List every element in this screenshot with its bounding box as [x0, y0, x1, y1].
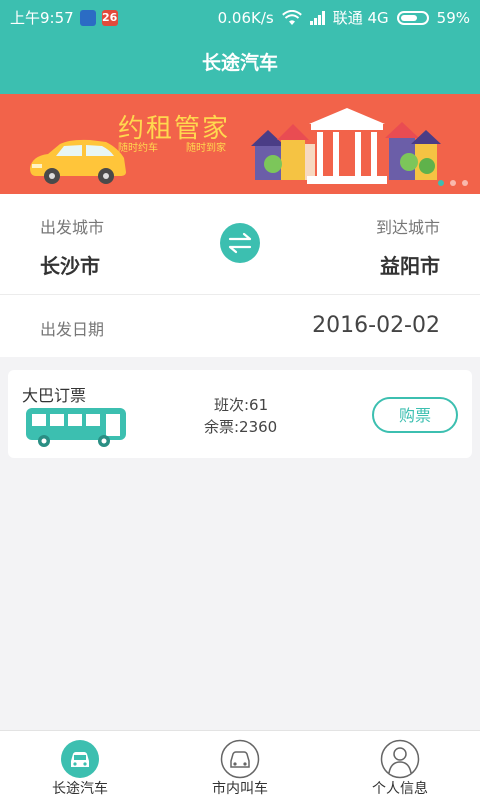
network-speed: 0.06K/s — [217, 8, 274, 27]
bottom-nav: 长途汽车 市内叫车 个人信息 — [0, 730, 480, 801]
town-illustration — [251, 108, 441, 184]
bus-car-icon — [61, 740, 99, 778]
swap-cities-button[interactable] — [220, 223, 260, 263]
origin-label: 出发城市 — [40, 218, 105, 237]
battery-percent: 59% — [436, 8, 470, 27]
banner-dot[interactable] — [438, 180, 444, 186]
swap-arrows-icon — [228, 232, 252, 254]
remaining-tickets: 余票:2360 — [204, 418, 278, 436]
status-left: 上午9:57 26 — [10, 7, 118, 28]
calendar-icon: 26 — [101, 9, 118, 26]
shield-icon — [79, 9, 96, 26]
nav-label: 个人信息 — [372, 781, 428, 797]
buy-ticket-button[interactable]: 购票 — [372, 397, 458, 433]
banner-dot[interactable] — [450, 180, 456, 186]
banner-page-dots[interactable] — [438, 180, 468, 186]
car-icon — [220, 739, 260, 779]
battery-icon — [396, 10, 429, 25]
departure-date-row[interactable]: 出发日期 2016-02-02 — [0, 295, 480, 357]
banner-dot[interactable] — [462, 180, 468, 186]
nav-item-long-distance-bus[interactable]: 长途汽车 — [0, 731, 160, 801]
car-illustration — [30, 139, 126, 184]
status-bar: 上午9:57 26 0.06K/s 联通 4G 59% — [0, 0, 480, 32]
destination-city[interactable]: 益阳市 — [380, 250, 440, 279]
date-label: 出发日期 — [40, 320, 105, 339]
trip-count: 班次:61 — [214, 396, 269, 414]
nav-item-profile[interactable]: 个人信息 — [320, 731, 480, 801]
destination-label: 到达城市 — [375, 218, 440, 237]
status-right: 0.06K/s 联通 4G 59% — [218, 7, 470, 28]
promo-banner[interactable]: 约租管家 随时约车 随时到家 — [0, 94, 480, 194]
bus-icon — [26, 408, 126, 447]
date-value[interactable]: 2016-02-02 — [312, 313, 440, 338]
bus-ticket-card: 大巴订票 班次:61 余票:2360 购票 — [8, 370, 472, 458]
origin-city[interactable]: 长沙市 — [40, 250, 100, 279]
nav-item-city-taxi[interactable]: 市内叫车 — [160, 731, 320, 801]
banner-subtitle-right: 随时到家 — [186, 143, 226, 154]
route-selector: 出发城市 长沙市 到达城市 益阳市 — [0, 194, 480, 295]
signal-icon — [309, 10, 325, 25]
nav-label: 市内叫车 — [212, 781, 268, 797]
nav-label: 长途汽车 — [52, 781, 108, 797]
carrier-label: 联通 4G — [332, 9, 389, 27]
wifi-icon — [281, 9, 302, 25]
person-icon — [380, 739, 420, 779]
ticket-title: 大巴订票 — [22, 386, 87, 405]
banner-subtitle-left: 随时约车 — [118, 143, 158, 154]
status-time: 上午9:57 — [10, 9, 74, 27]
page-title: 长途汽车 — [0, 32, 480, 94]
